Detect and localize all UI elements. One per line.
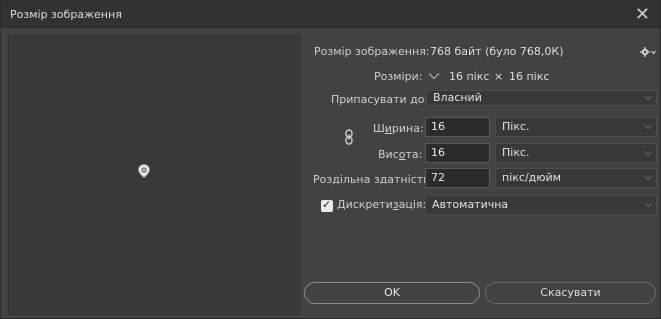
resample-method-select[interactable]: Автоматична ⌵: [425, 195, 657, 215]
resolution-unit-value: пікс/дюйм: [502, 171, 561, 184]
chevron-down-icon: ⌵: [644, 172, 652, 183]
checkmark-icon: ✓: [322, 198, 332, 211]
dimensions-height: 16 пікс: [509, 70, 550, 83]
resample-label: Дискретизація:: [337, 198, 427, 211]
dialog-title: Розмір зображення: [10, 8, 122, 21]
fit-to-label: Припасувати до:: [331, 93, 429, 106]
chevron-down-icon[interactable]: [428, 72, 440, 80]
width-unit-value: Пікс.: [502, 120, 530, 133]
chevron-down-icon: ⌵: [644, 199, 652, 210]
fit-to-value: Власний: [433, 91, 482, 104]
width-unit-select[interactable]: Пікс. ⌵: [495, 117, 657, 137]
chevron-down-icon: ⌵: [644, 92, 652, 103]
image-preview-panel[interactable]: [8, 35, 300, 315]
image-size-label: Розмір зображення:: [314, 45, 430, 58]
chevron-down-icon: ⌵: [644, 147, 652, 158]
cancel-button[interactable]: Скасувати: [485, 282, 656, 304]
width-input[interactable]: 16: [425, 117, 490, 137]
chevron-down-icon: ⌵: [644, 121, 652, 132]
gear-icon[interactable]: [640, 47, 656, 57]
image-size-value: 768 байт (було 768,0К): [430, 45, 564, 58]
dimensions-separator: ×: [494, 70, 504, 83]
height-unit-value: Пікс.: [502, 146, 530, 159]
close-icon[interactable]: ✕: [635, 4, 650, 25]
ok-button[interactable]: OK: [304, 282, 480, 304]
dimensions-label: Розміри:: [374, 70, 423, 83]
resolution-label: Роздільна здатність:: [313, 173, 434, 186]
height-label: Висота:: [378, 148, 423, 161]
resample-method-value: Автоматична: [432, 198, 509, 211]
height-unit-select[interactable]: Пікс. ⌵: [495, 143, 657, 163]
preview-image: [136, 163, 152, 179]
resample-checkbox[interactable]: ✓: [321, 198, 333, 212]
link-chain-icon[interactable]: [344, 129, 354, 145]
resolution-input[interactable]: 72: [425, 168, 490, 188]
image-size-dialog: Розмір зображення ✕ Розмір зображення: 7…: [0, 0, 661, 319]
width-label: Ширина:: [373, 122, 424, 135]
fit-to-select[interactable]: Власний ⌵: [426, 90, 657, 106]
height-input[interactable]: 16: [425, 143, 490, 163]
resolution-unit-select[interactable]: пікс/дюйм ⌵: [495, 168, 657, 188]
title-bar: Розмір зображення ✕: [1, 1, 660, 28]
dimensions-width: 16 пікс: [449, 70, 490, 83]
